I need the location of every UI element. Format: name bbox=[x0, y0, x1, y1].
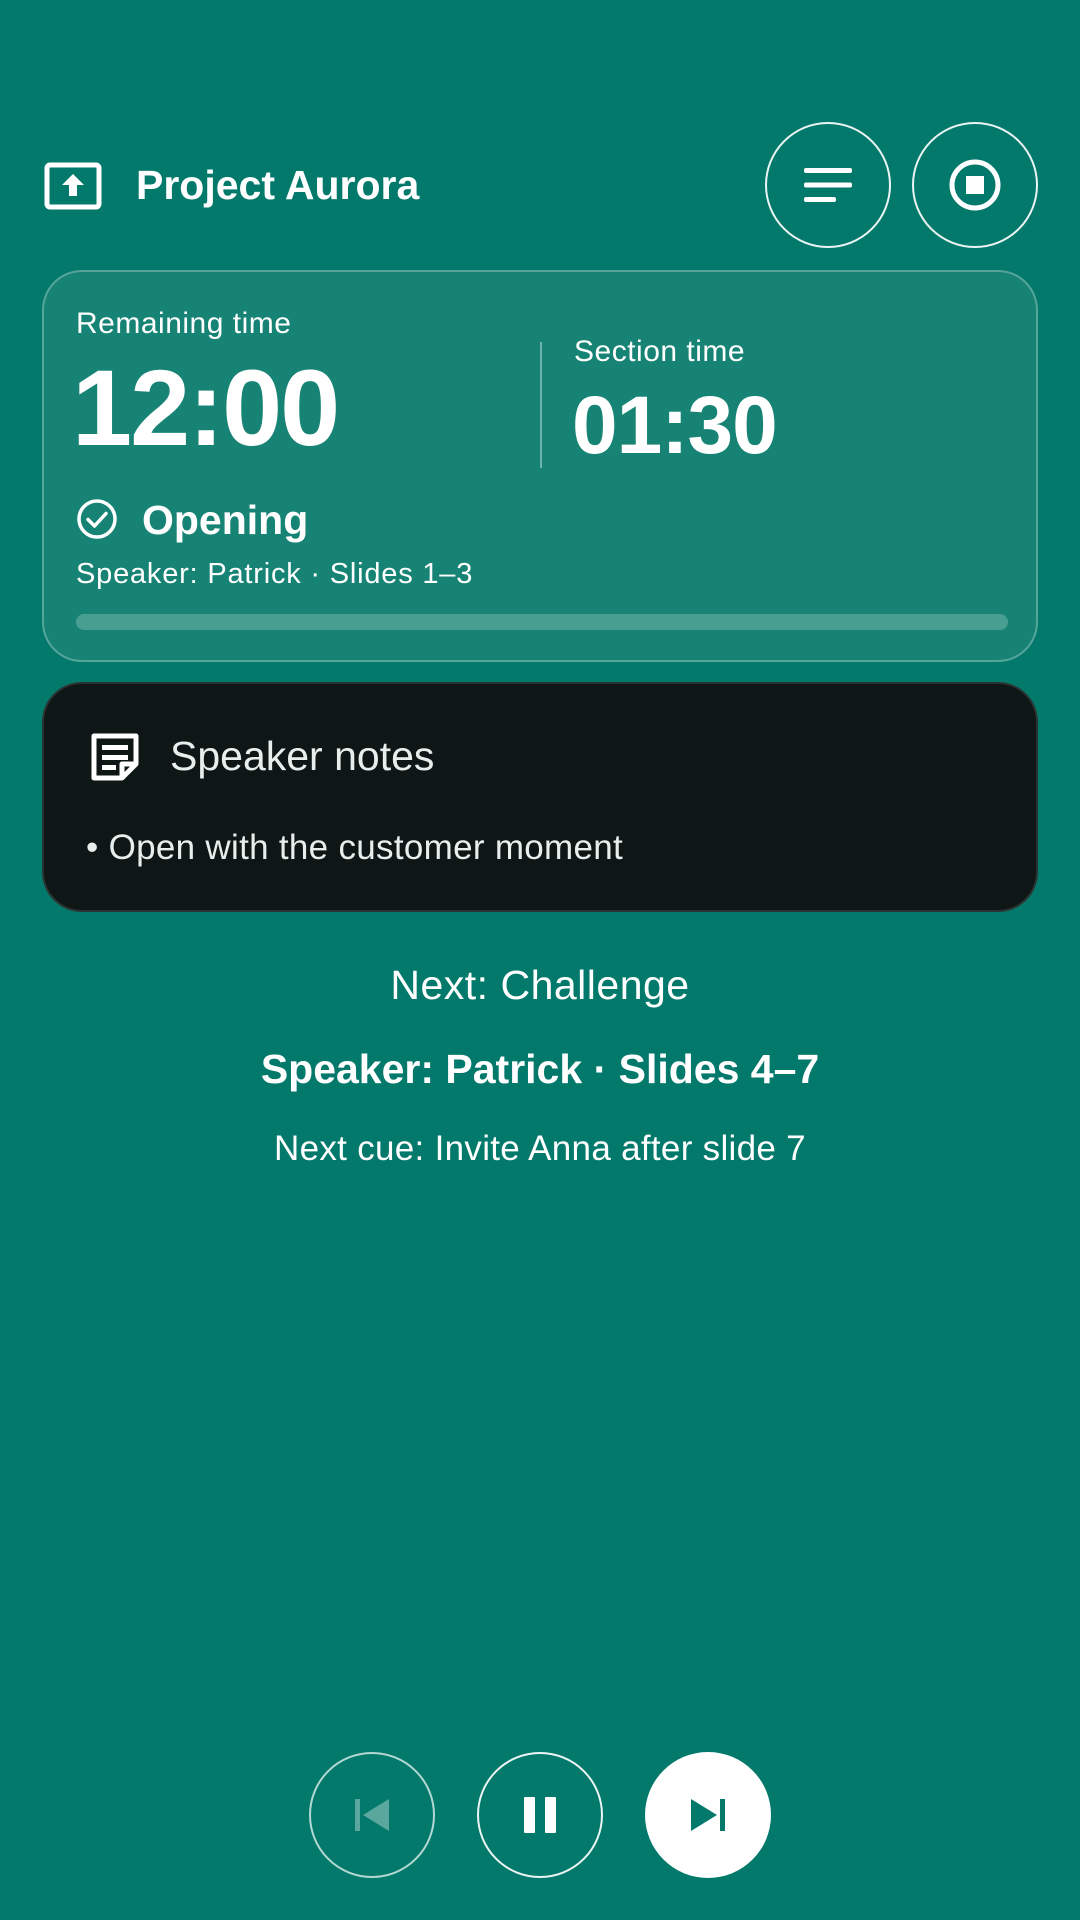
presenter-screen: Project Aurora Remaining time 12:00 Sect… bbox=[0, 0, 1080, 1920]
present-to-all-icon bbox=[44, 162, 102, 210]
remaining-time-value: 12:00 bbox=[72, 347, 340, 468]
next-cue: Next cue: Invite Anna after slide 7 bbox=[274, 1129, 806, 1168]
top-bar: Project Aurora bbox=[0, 122, 1080, 250]
next-section-title: Next: Challenge bbox=[390, 962, 690, 1008]
next-section-button[interactable] bbox=[645, 1752, 771, 1878]
check-circle-icon bbox=[77, 499, 117, 539]
speaker-notes-card[interactable]: Speaker notes • Open with the customer m… bbox=[42, 682, 1038, 912]
speaker-note-item: • Open with the customer moment bbox=[86, 828, 624, 867]
section-time-value: 01:30 bbox=[572, 380, 778, 471]
remaining-time-label: Remaining time bbox=[76, 307, 292, 340]
speaker-notes-title: Speaker notes bbox=[170, 733, 435, 779]
skip-previous-icon bbox=[355, 1799, 389, 1831]
menu-button[interactable] bbox=[765, 122, 891, 248]
previous-section-button[interactable] bbox=[309, 1752, 435, 1878]
app-title: Project Aurora bbox=[136, 162, 420, 208]
skip-next-icon bbox=[691, 1799, 725, 1831]
current-section-name: Opening bbox=[142, 497, 309, 543]
menu-lines-icon bbox=[804, 168, 852, 202]
next-section-meta: Speaker: Patrick · Slides 4–7 bbox=[260, 1046, 820, 1092]
timer-divider bbox=[540, 342, 542, 468]
section-progress-bar bbox=[76, 614, 1008, 630]
section-time-label: Section time bbox=[574, 335, 746, 368]
pause-button[interactable] bbox=[477, 1752, 603, 1878]
notes-icon bbox=[91, 733, 139, 781]
timer-card: Remaining time 12:00 Section time 01:30 … bbox=[42, 270, 1038, 662]
current-section-meta: Speaker: Patrick · Slides 1–3 bbox=[76, 558, 474, 590]
stop-circle-icon bbox=[949, 159, 1001, 211]
pause-icon bbox=[524, 1797, 556, 1833]
stop-presentation-button[interactable] bbox=[912, 122, 1038, 248]
